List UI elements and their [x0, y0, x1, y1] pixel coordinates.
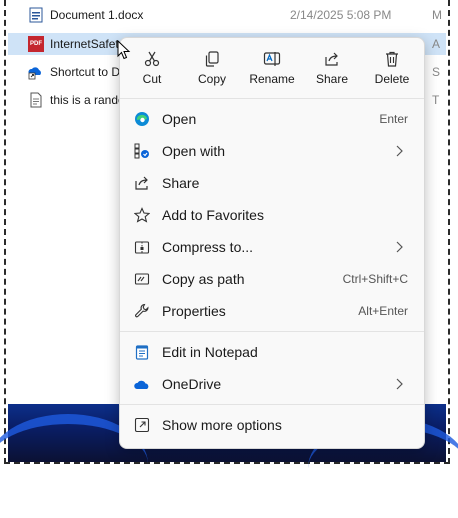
menu-item-open-with[interactable]: Open with — [124, 136, 420, 166]
scissors-icon — [144, 51, 160, 67]
chevron-right-icon — [396, 241, 403, 253]
file-name: InternetSafet — [50, 37, 119, 51]
menu-item-label: Show more options — [162, 417, 282, 433]
file-name: this is a rando — [50, 93, 125, 107]
zip-icon — [134, 241, 150, 254]
rename-icon — [263, 52, 281, 66]
share-icon — [325, 52, 338, 66]
menu-item-show-more-options[interactable]: Show more options — [124, 410, 420, 440]
notepad-icon — [135, 345, 149, 360]
context-menu-toolbar: Cut Copy Rename Share Delete — [120, 38, 424, 96]
menu-item-properties[interactable]: Properties Alt+Enter — [124, 296, 420, 326]
delete-label: Delete — [374, 72, 410, 86]
pdf-icon: PDF — [28, 36, 44, 52]
copy-path-icon — [134, 273, 150, 285]
rename-button[interactable]: Rename — [246, 46, 298, 92]
menu-item-label: Properties — [162, 303, 226, 319]
cut-button[interactable]: Cut — [126, 46, 178, 92]
onedrive-icon — [134, 380, 149, 389]
menu-item-share[interactable]: Share — [124, 168, 420, 198]
file-type-partial: A — [432, 37, 441, 51]
word-doc-icon — [29, 7, 43, 23]
file-date: 2/14/2025 5:08 PM — [290, 8, 392, 22]
menu-item-label: Edit in Notepad — [162, 344, 258, 360]
menu-item-shortcut: Alt+Enter — [358, 304, 408, 318]
copy-icon — [205, 51, 219, 67]
menu-item-label: Open with — [162, 143, 226, 159]
more-options-icon — [134, 417, 150, 433]
menu-item-add-to-favorites[interactable]: Add to Favorites — [124, 200, 420, 230]
trash-icon — [386, 51, 398, 67]
copy-button[interactable]: Copy — [186, 46, 238, 92]
chevron-right-icon — [396, 145, 403, 157]
menu-item-onedrive[interactable]: OneDrive — [124, 369, 420, 399]
chevron-right-icon — [396, 378, 403, 390]
onedrive-shortcut-icon — [28, 67, 41, 80]
menu-item-copy-as-path[interactable]: Copy as path Ctrl+Shift+C — [124, 264, 420, 294]
share-button[interactable]: Share — [306, 46, 358, 92]
file-name: Document 1.docx — [50, 8, 144, 22]
menu-item-label: Open — [162, 111, 197, 127]
mouse-cursor-icon — [117, 40, 131, 60]
menu-item-edit-in-notepad[interactable]: Edit in Notepad — [124, 337, 420, 367]
context-menu: Cut Copy Rename Share Delete Open Enter … — [119, 37, 425, 449]
rename-label: Rename — [249, 72, 295, 86]
menu-item-shortcut: Ctrl+Shift+C — [342, 272, 408, 286]
cut-label: Cut — [142, 72, 162, 86]
share-icon — [135, 176, 148, 190]
menu-item-shortcut: Enter — [379, 112, 408, 126]
wrench-icon — [135, 303, 149, 318]
text-file-icon — [30, 92, 42, 108]
menu-item-label: Copy as path — [162, 271, 245, 287]
menu-item-label: OneDrive — [162, 376, 222, 392]
share-label: Share — [315, 72, 349, 86]
menu-separator — [120, 331, 424, 332]
file-type-partial: M — [432, 8, 442, 22]
file-type-partial: S — [432, 65, 441, 79]
menu-item-compress-to[interactable]: Compress to... — [124, 232, 420, 262]
menu-item-open[interactable]: Open Enter — [124, 104, 420, 134]
delete-button[interactable]: Delete — [366, 46, 418, 92]
file-type-partial: T — [432, 93, 440, 107]
star-icon — [134, 207, 150, 223]
menu-item-label: Share — [162, 175, 200, 191]
file-row-document[interactable]: Document 1.docx 2/14/2025 5:08 PM M — [8, 4, 446, 26]
menu-separator — [120, 404, 424, 405]
open-with-icon — [134, 143, 149, 159]
menu-separator — [120, 98, 424, 99]
copy-label: Copy — [197, 72, 226, 86]
menu-item-label: Compress to... — [162, 239, 254, 255]
file-name: Shortcut to D — [50, 65, 121, 79]
menu-item-label: Add to Favorites — [162, 207, 264, 223]
edge-icon — [135, 112, 149, 126]
